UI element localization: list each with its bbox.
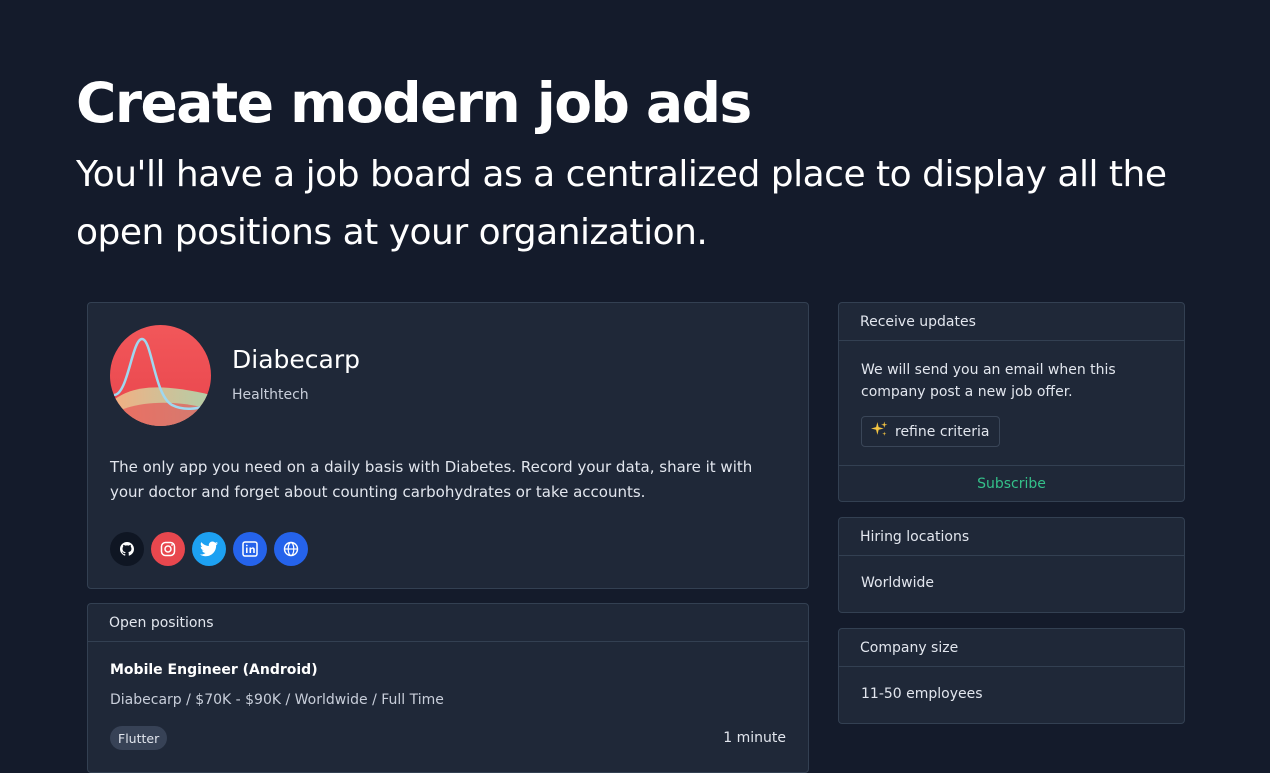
open-positions-header: Open positions [88, 604, 808, 642]
job-posted-time: 1 minute [723, 730, 786, 746]
hero: Create modern job ads You'll have a job … [76, 70, 1216, 262]
linkedin-icon[interactable] [233, 532, 267, 566]
company-size-card: Company size 11-50 employees [838, 628, 1185, 724]
hero-subtitle: You'll have a job board as a centralized… [76, 154, 1167, 253]
company-name: Diabecarp [232, 345, 360, 374]
hiring-locations-header: Hiring locations [839, 518, 1184, 556]
receive-updates-header: Receive updates [839, 303, 1184, 341]
hiring-locations-card: Hiring locations Worldwide [838, 517, 1185, 613]
receive-updates-card: Receive updates We will send you an emai… [838, 302, 1185, 502]
social-links [110, 532, 308, 566]
company-size-header: Company size [839, 629, 1184, 667]
updates-description: We will send you an email when this comp… [861, 362, 1116, 400]
hero-title: Create modern job ads [76, 71, 752, 135]
open-positions-card: Open positions Mobile Engineer (Android)… [87, 603, 809, 773]
hiring-locations-value: Worldwide [861, 575, 934, 591]
github-icon[interactable] [110, 532, 144, 566]
company-card: Diabecarp Healthtech The only app you ne… [87, 302, 809, 589]
job-meta: Diabecarp / $70K - $90K / Worldwide / Fu… [110, 692, 444, 708]
twitter-icon[interactable] [192, 532, 226, 566]
refine-criteria-label: refine criteria [895, 423, 990, 440]
company-logo [110, 325, 211, 426]
company-category: Healthtech [232, 387, 309, 403]
job-tag: Flutter [110, 726, 168, 750]
sparkles-icon [871, 421, 888, 442]
instagram-icon[interactable] [151, 532, 185, 566]
company-size-value: 11-50 employees [861, 686, 983, 702]
refine-criteria-button[interactable]: refine criteria [861, 416, 1000, 447]
globe-icon[interactable] [274, 532, 308, 566]
company-description: The only app you need on a daily basis w… [110, 458, 753, 501]
job-title[interactable]: Mobile Engineer (Android) [110, 662, 318, 678]
subscribe-button[interactable]: Subscribe [839, 466, 1184, 502]
